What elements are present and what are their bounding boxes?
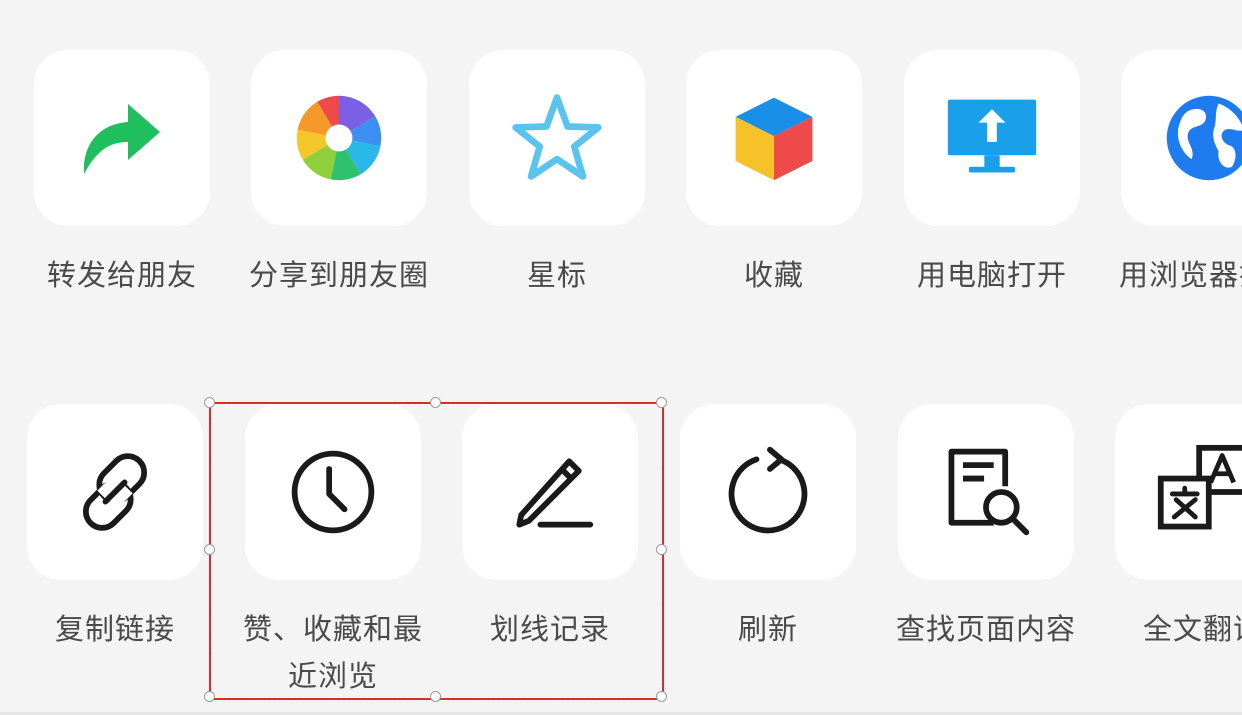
document-search-icon <box>938 444 1034 540</box>
full-text-translate-button[interactable] <box>1115 404 1242 580</box>
star-button[interactable] <box>469 50 645 226</box>
find-in-page-label: 查找页面内容 <box>895 612 1076 646</box>
open-on-computer-label: 用电脑打开 <box>916 258 1067 292</box>
star-label: 星标 <box>526 258 587 292</box>
translate-icon <box>1155 444 1242 540</box>
underline-records-button[interactable] <box>462 404 638 580</box>
forward-to-friend-button[interactable] <box>34 50 210 226</box>
copy-link-label: 复制链接 <box>54 612 175 646</box>
resize-handle-middle-right[interactable] <box>656 544 667 555</box>
star-icon <box>509 90 605 186</box>
share-to-moments-button[interactable] <box>251 50 427 226</box>
copy-link-button[interactable] <box>27 404 203 580</box>
find-in-page-button[interactable] <box>898 404 1074 580</box>
open-in-browser-label: 用浏览器打开 <box>1118 258 1242 292</box>
forward-arrow-icon <box>72 88 172 188</box>
clock-icon <box>285 444 381 540</box>
resize-handle-bottom-left[interactable] <box>204 691 215 702</box>
computer-upload-icon <box>944 90 1040 186</box>
pencil-underline-icon <box>502 444 598 540</box>
resize-handle-middle-left[interactable] <box>204 544 215 555</box>
refresh-label: 刷新 <box>737 612 798 646</box>
globe-icon <box>1161 90 1242 186</box>
favorites-cube-icon <box>726 90 822 186</box>
likes-favorites-recent-label: 赞、收藏和最近浏览 <box>242 612 423 693</box>
full-text-translate-label: 全文翻译 <box>1142 612 1242 646</box>
moments-shutter-icon <box>291 90 387 186</box>
forward-to-friend-label: 转发给朋友 <box>46 258 197 292</box>
share-to-moments-label: 分享到朋友圈 <box>248 258 429 292</box>
resize-handle-top-left[interactable] <box>204 397 215 408</box>
refresh-button[interactable] <box>680 404 856 580</box>
resize-handle-bottom-right[interactable] <box>656 691 667 702</box>
link-icon <box>67 444 163 540</box>
resize-handle-bottom-middle[interactable] <box>430 691 441 702</box>
likes-favorites-recent-button[interactable] <box>245 404 421 580</box>
resize-handle-top-right[interactable] <box>656 397 667 408</box>
underline-records-label: 划线记录 <box>489 612 610 646</box>
open-in-browser-button[interactable] <box>1121 50 1242 226</box>
resize-handle-top-middle[interactable] <box>430 397 441 408</box>
open-on-computer-button[interactable] <box>904 50 1080 226</box>
favorites-label: 收藏 <box>743 258 804 292</box>
refresh-icon <box>720 444 816 540</box>
favorites-button[interactable] <box>686 50 862 226</box>
